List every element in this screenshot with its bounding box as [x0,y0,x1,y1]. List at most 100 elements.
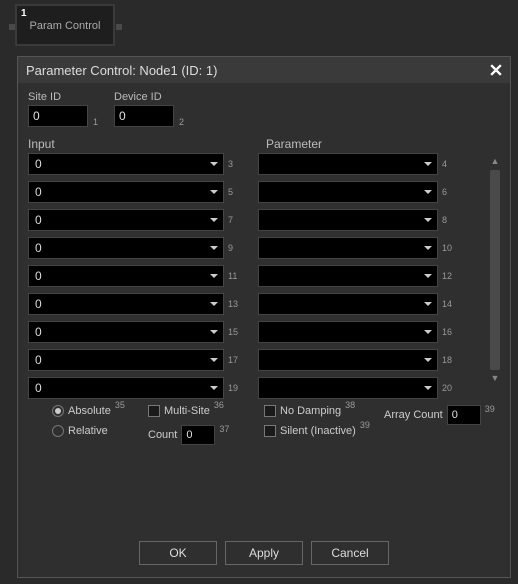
silent-label: Silent (Inactive) [280,425,356,437]
input-combo[interactable]: 0 [28,293,224,315]
close-button[interactable] [486,60,506,80]
parameter-combo[interactable] [258,321,438,343]
parameter-combo[interactable] [258,209,438,231]
input-value: 0 [35,269,42,283]
parameter-combo[interactable] [258,153,438,175]
site-id-sup: 1 [93,117,98,127]
chevron-down-icon [205,154,223,174]
parameter-sup: 18 [442,355,456,365]
count-input[interactable] [181,425,215,445]
parameter-combo[interactable] [258,349,438,371]
chevron-down-icon [205,322,223,342]
titlebar: Parameter Control: Node1 (ID: 1) [18,57,510,83]
chevron-down-icon [419,210,437,230]
relative-radio[interactable]: Relative [52,425,148,437]
absolute-radio[interactable]: Absolute 35 [52,405,148,417]
device-id-group: Device ID 2 [114,91,174,127]
parameter-sup: 14 [442,299,456,309]
input-combo[interactable]: 0 [28,265,224,287]
node-port-right[interactable] [116,24,122,30]
parameter-combo[interactable] [258,237,438,259]
input-combo[interactable]: 0 [28,209,224,231]
device-id-input[interactable] [114,105,174,127]
node-label: Param Control [30,20,101,32]
ok-button[interactable]: OK [139,541,217,565]
input-sup: 13 [228,299,242,309]
parameter-combo[interactable] [258,293,438,315]
device-id-label: Device ID [114,91,174,103]
data-row: 078 [28,209,484,231]
multisite-sup: 36 [214,400,224,410]
multisite-checkbox[interactable]: Multi-Site 36 [148,405,264,417]
checkbox-icon [264,425,276,437]
parameter-sup: 4 [442,159,456,169]
input-sup: 3 [228,159,242,169]
multisite-label: Multi-Site [164,405,210,417]
chevron-down-icon [205,238,223,258]
chevron-down-icon [205,210,223,230]
input-sup: 17 [228,355,242,365]
chevron-down-icon [419,350,437,370]
input-value: 0 [35,241,42,255]
chevron-down-icon [205,266,223,286]
input-combo[interactable]: 0 [28,377,224,399]
chevron-down-icon [419,238,437,258]
input-combo[interactable]: 0 [28,237,224,259]
input-combo[interactable]: 0 [28,153,224,175]
cancel-button[interactable]: Cancel [311,541,389,565]
scroll-up-arrow[interactable]: ▲ [491,157,500,166]
data-row: 0 13 14 [28,293,484,315]
data-row: 0 9 10 [28,237,484,259]
scroll-down-arrow[interactable]: ▼ [491,374,500,383]
parameter-combo[interactable] [258,377,438,399]
data-row: 056 [28,181,484,203]
apply-button[interactable]: Apply [225,541,303,565]
site-id-input[interactable] [28,105,88,127]
data-row: 03 4 [28,153,484,175]
nodamping-checkbox[interactable]: No Damping 38 [264,405,384,417]
input-value: 0 [35,325,42,339]
silent-checkbox[interactable]: Silent (Inactive) 39 [264,425,384,437]
site-id-label: Site ID [28,91,88,103]
parameter-sup: 10 [442,243,456,253]
parameter-combo[interactable] [258,265,438,287]
chevron-down-icon [205,378,223,398]
arraycount-label: Array Count [384,409,443,421]
data-row: 01920 [28,377,484,399]
node-number: 1 [21,8,27,19]
input-sup: 19 [228,383,242,393]
count-sup: 37 [219,424,229,434]
chevron-down-icon [419,266,437,286]
radio-icon [52,425,64,437]
nodamping-label: No Damping [280,405,341,417]
input-sup: 15 [228,327,242,337]
site-id-group: Site ID 1 [28,91,88,127]
parameter-sup: 16 [442,327,456,337]
checkbox-icon [264,405,276,417]
input-combo[interactable]: 0 [28,321,224,343]
relative-label: Relative [68,425,108,437]
input-combo[interactable]: 0 [28,349,224,371]
input-combo[interactable]: 0 [28,181,224,203]
chevron-down-icon [419,322,437,342]
chevron-down-icon [205,294,223,314]
chevron-down-icon [419,154,437,174]
data-row: 0 11 12 [28,265,484,287]
input-value: 0 [35,213,42,227]
input-sup: 7 [228,215,242,225]
scrollbar[interactable]: ▲ ▼ [488,155,502,385]
parameter-sup: 12 [442,271,456,281]
absolute-sup: 35 [115,400,125,410]
chevron-down-icon [419,294,437,314]
input-value: 0 [35,381,42,395]
arraycount-sup: 39 [485,404,495,414]
input-sup: 11 [228,271,242,281]
input-sup: 9 [228,243,242,253]
node-block[interactable]: 1 Param Control [15,4,115,46]
device-id-sup: 2 [179,117,184,127]
arraycount-input[interactable] [447,405,481,425]
chevron-down-icon [419,378,437,398]
parameter-combo[interactable] [258,181,438,203]
input-value: 0 [35,297,42,311]
scroll-thumb[interactable] [490,170,500,370]
